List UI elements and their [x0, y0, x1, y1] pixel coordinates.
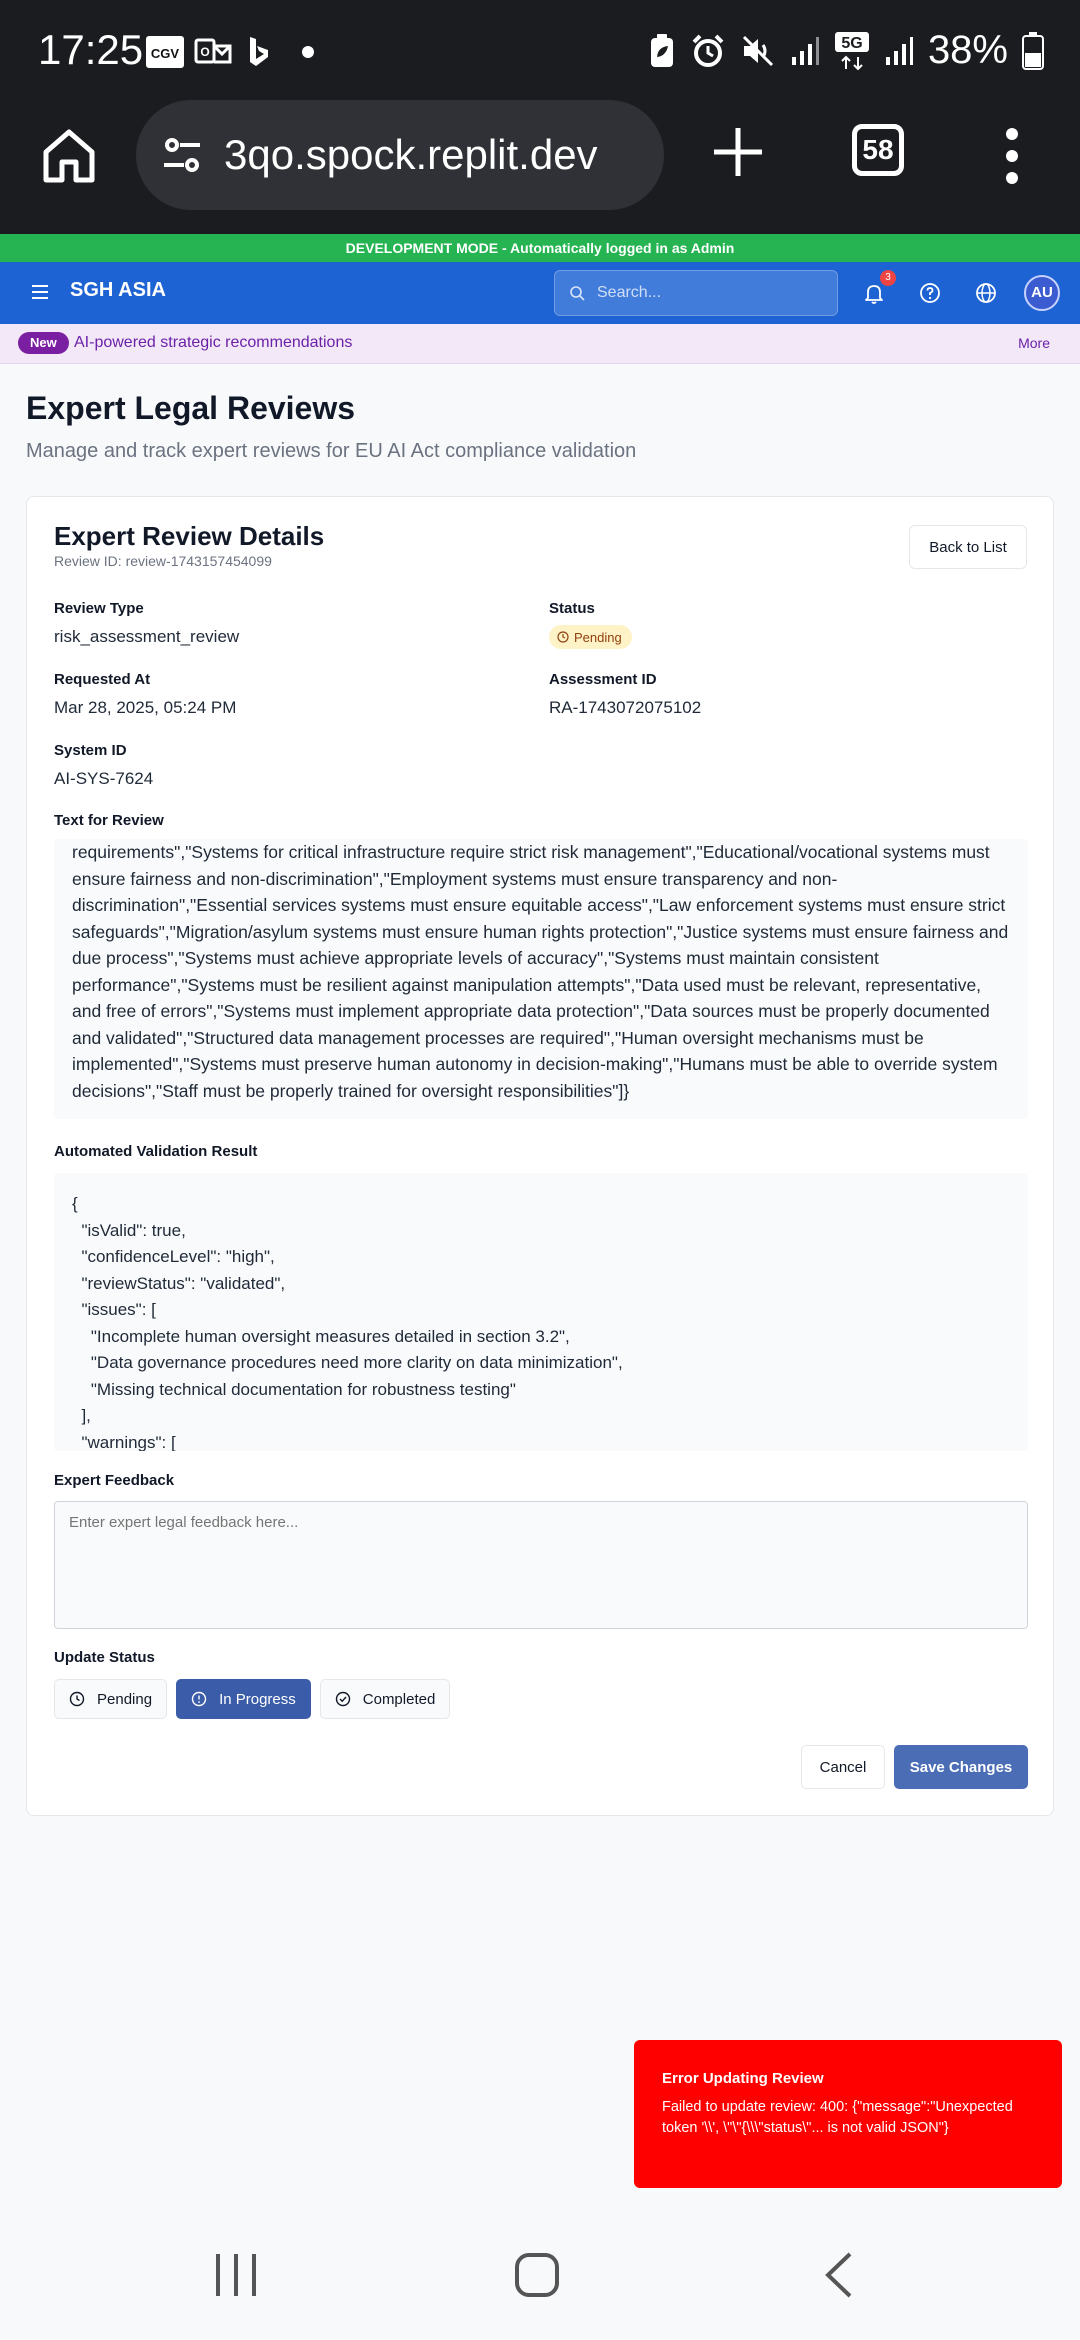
notification-badge: 3 [880, 270, 896, 286]
status-pending-label: Pending [97, 1690, 153, 1708]
status-badge: Pending [549, 625, 632, 649]
bing-icon [244, 34, 274, 70]
system-nav-bar [0, 2210, 1080, 2340]
validation-result-label: Automated Validation Result [54, 1143, 258, 1160]
url-text: 3qo.spock.replit.dev [224, 131, 598, 178]
status-in-progress-label: In Progress [219, 1690, 296, 1708]
signal-icon [885, 36, 913, 65]
expert-feedback-field[interactable] [54, 1501, 1028, 1629]
bell-icon[interactable] [862, 281, 886, 305]
site-settings-icon[interactable] [158, 131, 206, 179]
new-tab-icon[interactable] [710, 124, 766, 180]
battery-percent: 38% [927, 28, 1008, 72]
status-icons: 5G 38% [648, 28, 1044, 73]
globe-icon[interactable] [974, 281, 998, 305]
brand-name: SGH ASIA [70, 279, 166, 301]
error-toast[interactable]: Error Updating Review Failed to update r… [634, 2040, 1062, 2188]
status-bar: 17:25 CGV O 5G 38% [0, 0, 1080, 100]
browser-chrome: 17:25 CGV O 5G 38% 3qo.spock.replit.dev [0, 0, 1080, 234]
page-subtitle: Manage and track expert reviews for EU A… [26, 440, 637, 462]
help-icon[interactable] [918, 281, 942, 305]
more-vert-icon[interactable] [1000, 128, 1024, 184]
toast-title: Error Updating Review [662, 2070, 824, 2087]
status-button-group: Pending In Progress Completed [54, 1679, 451, 1719]
url-bar: 3qo.spock.replit.dev 58 [0, 100, 1080, 234]
system-id-label: System ID [54, 742, 127, 759]
review-type-value: risk_assessment_review [54, 627, 240, 646]
alert-circle-icon [191, 1691, 207, 1707]
announcement-text: AI-powered strategic recommendations [74, 334, 353, 351]
app-header: SGH ASIA Search... 3 AU [0, 262, 1080, 324]
assessment-id-value: RA-1743072075102 [549, 698, 702, 717]
new-badge: New [18, 332, 69, 354]
toast-message: Failed to update review: 400: {"message"… [662, 2099, 1013, 2136]
battery-saver-icon [650, 33, 673, 67]
expert-feedback-label: Expert Feedback [54, 1472, 175, 1489]
svg-text:O: O [200, 45, 209, 59]
search-icon [570, 286, 585, 301]
requested-at-value: Mar 28, 2025, 05:24 PM [54, 698, 237, 717]
menu-icon[interactable] [30, 284, 50, 300]
user-avatar[interactable]: AU [1024, 275, 1060, 311]
mute-icon [742, 35, 773, 66]
signal-icon [791, 36, 819, 65]
announcement-more-link[interactable]: More [1018, 335, 1050, 351]
status-pending-button[interactable]: Pending [54, 1679, 168, 1719]
svg-text:5G: 5G [841, 35, 862, 52]
status-badge-label: Pending [574, 629, 622, 645]
dot-icon [298, 34, 318, 70]
back-icon[interactable] [824, 2252, 854, 2298]
review-id: Review ID: review-1743157454099 [54, 553, 272, 569]
alarm-icon [692, 34, 724, 67]
status-label: Status [549, 600, 595, 617]
requested-at-label: Requested At [54, 671, 151, 688]
card-title: Expert Review Details [54, 521, 325, 551]
5g-icon: 5G [834, 31, 869, 70]
cgv-app-icon: CGV [146, 34, 184, 70]
update-status-label: Update Status [54, 1649, 155, 1666]
validation-result-json: { "isValid": true, "confidenceLevel": "h… [72, 1194, 623, 1451]
outlook-icon: O [194, 34, 232, 70]
status-time: 17:25 [38, 26, 144, 73]
home-icon[interactable] [38, 124, 100, 186]
tab-switcher-button[interactable]: 58 [852, 124, 904, 176]
search-input[interactable]: Search... [554, 270, 838, 316]
review-details-card: Expert Review Details Review ID: review-… [26, 496, 1054, 1816]
text-for-review-box[interactable]: requirements","Systems for critical infr… [54, 839, 1028, 1119]
address-field[interactable]: 3qo.spock.replit.dev [136, 100, 664, 210]
text-for-review-content: requirements","Systems for critical infr… [72, 842, 1009, 1101]
svg-text:CGV: CGV [151, 46, 180, 61]
clock-icon [557, 631, 569, 643]
assessment-id-label: Assessment ID [549, 671, 657, 688]
announcement-bar: New AI-powered strategic recommendations… [0, 324, 1080, 364]
review-type-label: Review Type [54, 600, 144, 617]
clock-icon [69, 1691, 85, 1707]
battery-icon [1022, 31, 1044, 70]
cancel-button[interactable]: Cancel [801, 1745, 885, 1789]
status-completed-button[interactable]: Completed [319, 1679, 451, 1719]
system-id-value: AI-SYS-7624 [54, 769, 154, 788]
dev-mode-banner: DEVELOPMENT MODE - Automatically logged … [0, 234, 1080, 262]
tab-count: 58 [862, 134, 894, 165]
save-changes-button[interactable]: Save Changes [894, 1745, 1028, 1789]
home-nav-icon[interactable] [514, 2252, 560, 2298]
page-title: Expert Legal Reviews [26, 390, 356, 426]
text-for-review-label: Text for Review [54, 812, 164, 829]
validation-result-box[interactable]: { "isValid": true, "confidenceLevel": "h… [54, 1173, 1028, 1451]
recents-icon[interactable] [214, 2252, 258, 2298]
back-to-list-button[interactable]: Back to List [909, 525, 1027, 569]
status-completed-label: Completed [362, 1690, 436, 1708]
check-circle-icon [335, 1691, 350, 1707]
status-in-progress-button[interactable]: In Progress [176, 1679, 311, 1719]
search-placeholder: Search... [597, 284, 662, 301]
